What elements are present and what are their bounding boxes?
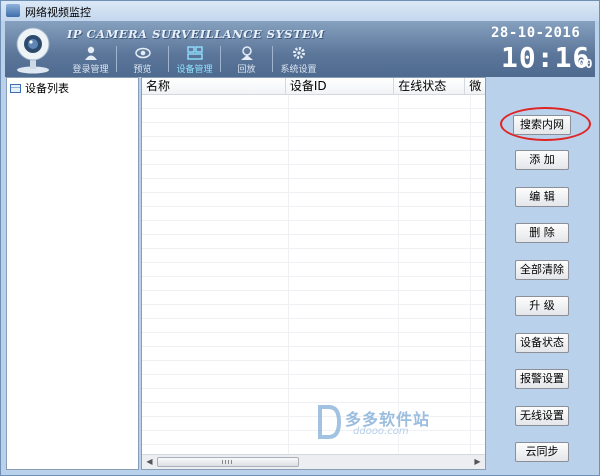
edit-button[interactable]: 编 辑 — [515, 187, 569, 207]
grip-icon — [222, 460, 232, 464]
table-header: 名称 设备ID 在线状态 微 — [142, 78, 485, 95]
clock-date: 28-10-2016 — [491, 25, 581, 41]
column-header-online-status[interactable]: 在线状态 — [394, 78, 466, 95]
window-title: 网络视频监控 — [25, 6, 91, 19]
menu-preview[interactable]: 预览 — [117, 43, 168, 75]
main-menu: 登录管理 预览 设备管理 回放 系统设置 — [65, 43, 324, 75]
column-header-device-id[interactable]: 设备ID — [286, 78, 395, 95]
tree-item-device-list[interactable]: 设备列表 — [10, 80, 69, 96]
device-tree-panel: 设备列表 — [6, 77, 139, 470]
menu-login-management[interactable]: 登录管理 — [65, 43, 116, 75]
eye-icon — [135, 47, 151, 59]
device-table: 名称 设备ID 在线状态 微 多多软件站 ddooo.com ◀ ▶ — [141, 77, 486, 470]
gear-icon — [293, 47, 305, 59]
column-divider — [288, 95, 289, 455]
clock-time: 10:16 — [501, 41, 591, 74]
menu-label: 设备管理 — [176, 65, 213, 75]
upgrade-button[interactable]: 升 级 — [515, 296, 569, 316]
device-grid-icon — [187, 46, 203, 60]
watermark: 多多软件站 ddooo.com — [317, 403, 467, 443]
tree-item-label: 设备列表 — [25, 82, 69, 95]
menu-system-settings[interactable]: 系统设置 — [273, 43, 324, 75]
title-bar: 网络视频监控 — [1, 1, 599, 21]
column-header-truncated[interactable]: 微 — [465, 78, 485, 95]
cloud-sync-button[interactable]: 云同步 — [515, 442, 569, 462]
device-status-button[interactable]: 设备状态 — [515, 333, 569, 353]
column-divider — [398, 95, 399, 455]
watermark-logo-icon — [318, 405, 341, 439]
scroll-right-icon[interactable]: ▶ — [470, 455, 485, 469]
column-divider — [470, 95, 471, 455]
column-header-name[interactable]: 名称 — [142, 78, 286, 95]
user-icon — [85, 46, 97, 60]
menu-label: 回放 — [237, 65, 256, 75]
menu-playback[interactable]: 回放 — [221, 43, 272, 75]
menu-label: 登录管理 — [72, 65, 109, 75]
horizontal-scrollbar[interactable]: ◀ ▶ — [142, 454, 485, 469]
watermark-subtext: ddooo.com — [353, 426, 409, 437]
brand-title: IP CAMERA SURVEILLANCE SYSTEM — [67, 27, 325, 41]
menu-label: 预览 — [133, 65, 152, 75]
scroll-left-icon[interactable]: ◀ — [142, 455, 157, 469]
webcam-logo-icon — [16, 27, 50, 74]
delete-button[interactable]: 删 除 — [515, 223, 569, 243]
wireless-settings-button[interactable]: 无线设置 — [515, 406, 569, 426]
top-banner: IP CAMERA SURVEILLANCE SYSTEM 登录管理 预览 设备… — [5, 21, 595, 77]
clock-seconds: 00 — [578, 57, 593, 71]
app-icon — [6, 4, 20, 17]
clear-all-button[interactable]: 全部清除 — [515, 260, 569, 280]
table-body[interactable]: 多多软件站 ddooo.com — [142, 95, 485, 455]
list-icon — [10, 83, 21, 93]
playback-icon — [241, 46, 253, 60]
alarm-settings-button[interactable]: 报警设置 — [515, 369, 569, 389]
menu-label: 系统设置 — [280, 65, 317, 75]
scroll-thumb[interactable] — [157, 457, 299, 467]
menu-device-management[interactable]: 设备管理 — [169, 43, 220, 75]
app-window: 网络视频监控 IP CAMERA SURVEILLANCE SYSTEM 登录管… — [0, 0, 600, 476]
add-button[interactable]: 添 加 — [515, 150, 569, 170]
search-lan-button[interactable]: 搜索内网 — [513, 115, 571, 135]
